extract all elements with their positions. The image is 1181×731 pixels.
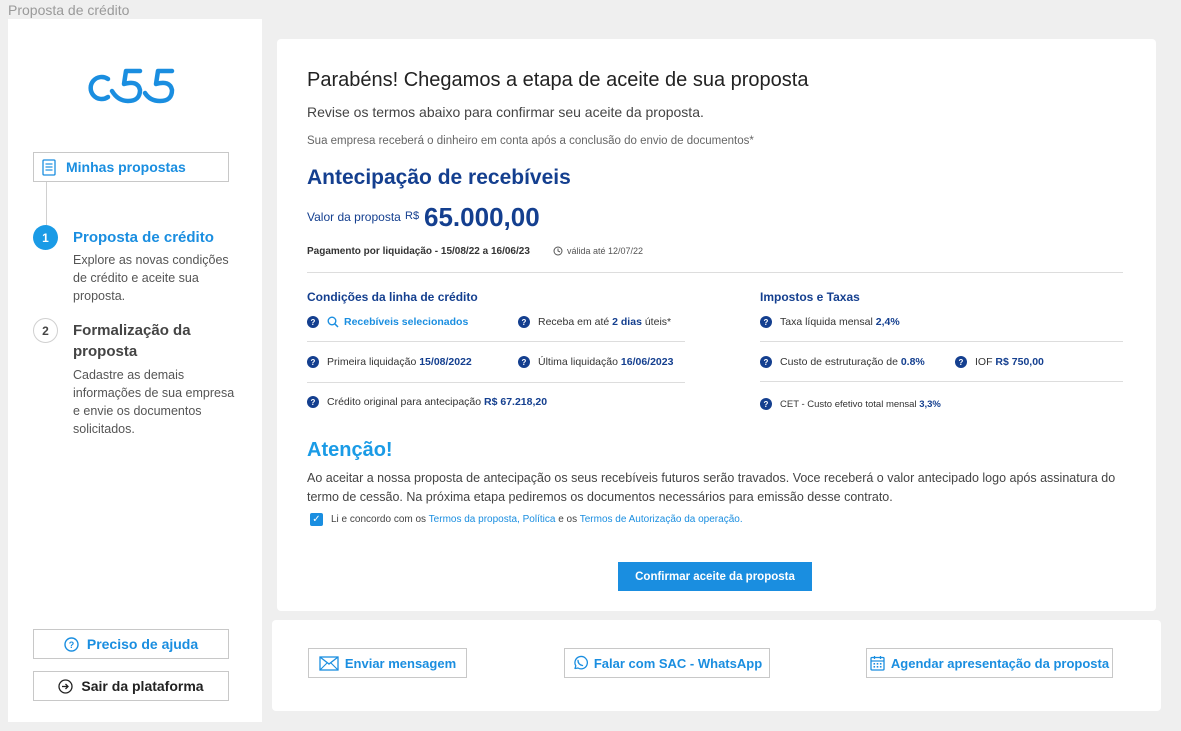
sidebar: Minhas propostas 1 Proposta de crédito E… [8,19,262,722]
brand-logo [88,68,175,104]
svg-text:?: ? [69,640,75,650]
help-icon[interactable]: ? [955,356,967,368]
step-title: Formalização da proposta [73,322,191,360]
amount-currency: R$ [405,210,420,222]
logout-button[interactable]: Sair da plataforma [33,671,229,701]
logout-icon [58,678,74,694]
schedule-label: Agendar apresentação da proposta [890,655,1110,671]
divider [307,341,685,342]
iof-value: R$ 750,00 [995,356,1044,368]
page-title: Parabéns! Chegamos a etapa de aceite de … [307,69,809,91]
proposal-card: Parabéns! Chegamos a etapa de aceite de … [277,39,1156,611]
receive-value: 2 dias [612,316,642,328]
step-title: Proposta de crédito [73,229,214,246]
product-title: Antecipação de recebíveis [307,166,571,189]
step-description: Cadastre as demais informações de sua em… [73,368,235,436]
step-description: Explore as novas condições de crédito e … [73,253,229,303]
first-settlement-value: 15/08/2022 [419,356,472,368]
window-title: Proposta de crédito [8,2,130,18]
last-settlement-value: 16/06/2023 [620,356,674,368]
search-icon [327,316,339,328]
original-credit-label: Crédito original para antecipação [327,396,482,408]
help-icon[interactable]: ? [307,316,319,328]
original-credit-value: R$ 67.218,20 [484,396,548,408]
last-settlement-label: Última liquidação [538,356,618,368]
divider [760,341,1123,342]
my-proposals-button[interactable]: Minhas propostas [33,152,229,182]
structuring-cost: ? Custo de estruturação de 0.8% [760,356,925,368]
conditions-title: Condições da linha de crédito [307,290,478,304]
selected-receivables-label: Recebíveis selecionados [344,316,469,328]
attention-text: Ao aceitar a nossa proposta de antecipaç… [307,471,1116,504]
iof-label: IOF [975,356,993,368]
help-icon[interactable]: ? [760,398,772,410]
help-icon[interactable]: ? [518,316,530,328]
help-icon[interactable]: ? [760,316,772,328]
proposal-terms-link[interactable]: Termos da proposta, [429,514,520,525]
first-settlement-label: Primeira liquidação [327,356,417,368]
clock-icon [553,246,563,256]
help-icon[interactable]: ? [307,356,319,368]
cet-label: CET - Custo efetivo total mensal [780,398,917,410]
receive-prefix: Receba em até [538,316,610,328]
page-note: Sua empresa receberá o dinheiro em conta… [307,135,754,147]
validity: válida até 12/07/22 [553,246,643,256]
help-icon[interactable]: ? [760,356,772,368]
validity-text: válida até 12/07/22 [567,246,644,256]
last-settlement: ? Última liquidação 16/06/2023 [518,356,673,368]
original-credit: ? Crédito original para antecipação R$ 6… [307,396,547,408]
send-message-label: Enviar mensagem [344,655,457,671]
selected-receivables: ? Recebíveis selecionados [307,316,468,328]
receive-within: ? Receba em até 2 dias úteis* [518,316,671,328]
confirm-proposal-button[interactable]: Confirmar aceite da proposta [618,562,812,591]
selected-receivables-link[interactable]: Recebíveis selecionados [327,316,468,328]
net-rate-value: 2,4% [875,316,900,328]
divider [307,382,685,383]
first-settlement: ? Primeira liquidação 15/08/2022 [307,356,472,368]
terms-agreement: ✓ Li e concordo com os Termos da propost… [310,513,743,526]
mail-icon [319,655,339,671]
terms-prefix: Li e concordo com os [331,514,427,525]
amount-value: 65.000,00 [424,202,540,232]
divider [760,381,1123,382]
divider [307,272,1123,273]
terms-checkbox[interactable]: ✓ [310,513,323,526]
structuring-cost-value: 0.8% [900,356,925,368]
help-icon[interactable]: ? [518,356,530,368]
step-number: 2 [33,318,58,343]
receive-suffix: úteis* [644,316,672,328]
step-number: 1 [33,225,58,250]
help-label: Preciso de ajuda [86,636,199,652]
question-circle-icon: ? [64,636,79,652]
taxes-title: Impostos e Taxas [760,290,860,304]
schedule-presentation-button[interactable]: Agendar apresentação da proposta [866,648,1113,678]
help-button[interactable]: ? Preciso de ajuda [33,629,229,659]
terms-middle: e os [558,514,578,525]
calendar-icon [870,656,885,671]
payment-period: Pagamento por liquidação - 15/08/22 a 16… [307,246,530,257]
document-icon [42,158,56,176]
net-rate: ? Taxa líquida mensal 2,4% [760,316,900,328]
logout-label: Sair da plataforma [81,678,204,694]
policy-link[interactable]: Política [523,514,556,525]
send-message-button[interactable]: Enviar mensagem [308,648,467,678]
authorization-terms-link[interactable]: Termos de Autorização da operação. [580,514,743,525]
cet-value: 3,3% [919,398,941,410]
cet: ? CET - Custo efetivo total mensal 3,3% [760,398,941,410]
attention-title: Atenção! [307,439,393,461]
page-subtitle: Revise os termos abaixo para confirmar s… [307,104,704,120]
help-icon[interactable]: ? [307,396,319,408]
whatsapp-button[interactable]: Falar com SAC - WhatsApp [564,648,770,678]
structuring-cost-label: Custo de estruturação de [780,356,898,368]
contact-bar: Enviar mensagem Falar com SAC - WhatsApp… [272,620,1161,711]
net-rate-label: Taxa líquida mensal [780,316,873,328]
iof: ? IOF R$ 750,00 [955,356,1044,368]
whatsapp-icon [574,655,588,670]
whatsapp-label: Falar com SAC - WhatsApp [593,655,763,671]
amount-label: Valor da proposta [307,210,401,224]
my-proposals-label: Minhas propostas [66,159,186,175]
